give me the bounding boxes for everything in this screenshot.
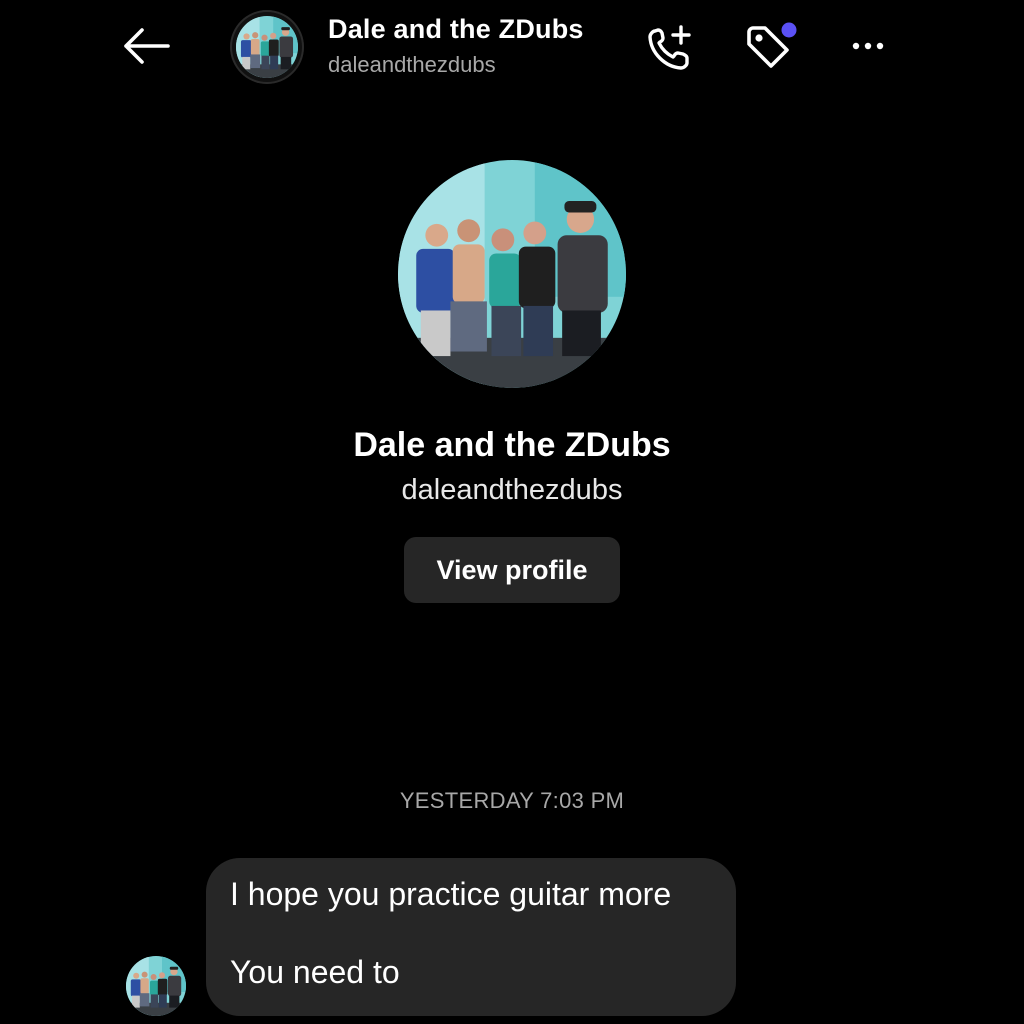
message-timestamp: YESTERDAY 7:03 PM [399, 788, 625, 813]
profile-name: Dale and the ZDubs [353, 426, 671, 464]
sender-avatar[interactable] [126, 956, 186, 1016]
view-profile-button[interactable]: View profile [404, 537, 620, 603]
tag-icon [747, 22, 797, 68]
notification-dot [781, 22, 797, 38]
add-call-button[interactable] [640, 20, 702, 76]
band-photo [398, 160, 626, 388]
more-options-button[interactable] [840, 24, 896, 68]
back-button[interactable] [118, 24, 174, 68]
profile-handle: daleandthezdubs [401, 474, 623, 506]
header-handle[interactable]: daleandthezdubs [328, 52, 496, 78]
header-title[interactable]: Dale and the ZDubs [328, 14, 584, 45]
band-photo-thumbnail [126, 956, 186, 1016]
more-horizontal-icon [852, 42, 884, 50]
tag-button[interactable] [738, 18, 804, 78]
phone-plus-icon [648, 25, 691, 70]
message-text-line: I hope you practice guitar more [230, 876, 672, 912]
profile-photo[interactable] [398, 160, 626, 388]
header-avatar[interactable] [230, 10, 304, 84]
message-text-line: You need to [230, 954, 400, 990]
arrow-left-icon [124, 28, 170, 64]
band-photo-thumbnail [236, 16, 298, 78]
